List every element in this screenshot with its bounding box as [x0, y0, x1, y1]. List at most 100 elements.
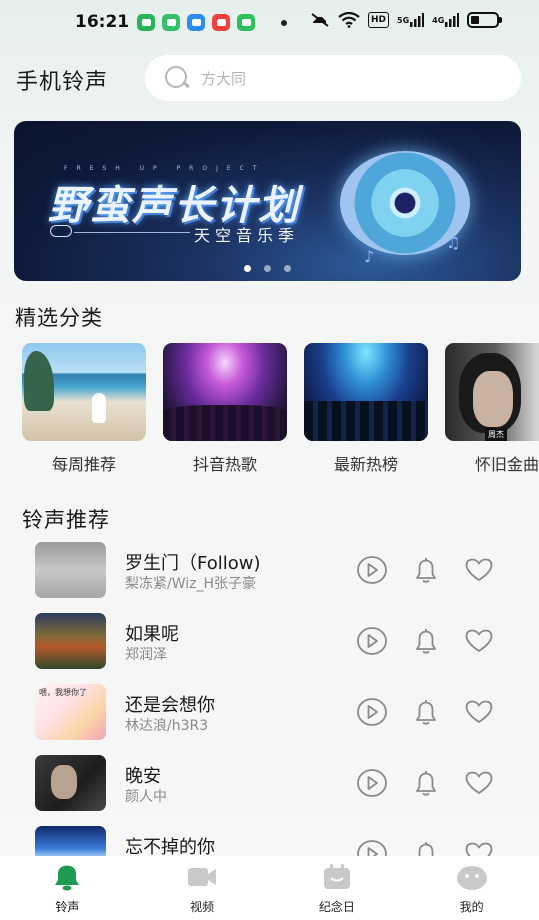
category-latest[interactable]: 最新热榜 — [304, 343, 428, 478]
calendar-icon — [323, 864, 350, 889]
loop-icon — [50, 225, 72, 237]
page-title: 手机铃声 — [16, 70, 109, 95]
signal-4g-icon: 4G — [432, 12, 460, 28]
ringtone-row[interactable]: 喂，我想你了 还是会想你 林达浪/h3R3 — [0, 682, 539, 742]
ringtone-title: 晚安 — [125, 766, 161, 787]
category-douyin[interactable]: 抖音热歌 — [163, 343, 287, 478]
app-notification-icon — [237, 14, 255, 31]
status-bar: 16:21 HD 5G 4G — [0, 0, 539, 46]
play-icon — [357, 769, 387, 797]
heart-icon — [465, 558, 493, 581]
nav-label: 我的 — [459, 900, 484, 914]
ringtone-cover: 喂，我想你了 — [35, 684, 106, 740]
ringtone-artist: 梨冻紧/Wiz_H张子豪 — [125, 576, 257, 592]
search-icon — [163, 64, 191, 92]
ringtone-artist: 林达浪/h3R3 — [125, 718, 209, 734]
status-time: 16:21 — [75, 12, 130, 32]
promo-banner[interactable]: FRESH UP PROJECT 野蛮声长计划 天空音乐季 ♪ ♫ — [14, 121, 521, 281]
heart-icon — [465, 771, 493, 794]
category-label: 怀旧金曲 — [474, 455, 539, 474]
banner-divider — [74, 232, 190, 233]
category-image — [304, 343, 428, 441]
nav-label: 视频 — [190, 900, 215, 914]
category-oldies[interactable]: 周杰 怀旧金曲 — [445, 343, 539, 478]
notification-icons — [137, 14, 255, 31]
music-note-icon: ♪ — [364, 247, 375, 266]
category-image — [163, 343, 287, 441]
play-button[interactable] — [356, 626, 388, 656]
play-icon — [357, 556, 387, 584]
banner-top-caption: FRESH UP PROJECT — [64, 165, 266, 172]
music-note-icon: ♫ — [446, 233, 461, 252]
ringtone-section-title: 铃声推荐 — [22, 508, 110, 532]
app-notification-icon — [187, 14, 205, 31]
category-weekly[interactable]: 每周推荐 — [22, 343, 146, 478]
bell-icon — [416, 629, 436, 654]
app-notification-icon — [137, 14, 155, 31]
search-placeholder: 方大同 — [201, 69, 247, 88]
cover-text: 喂，我想你了 — [39, 688, 87, 697]
ringtone-title: 罗生门（Follow) — [125, 553, 261, 574]
ringtone-cover — [35, 542, 106, 598]
ringtone-title: 还是会想你 — [125, 695, 215, 716]
favorite-button[interactable] — [463, 768, 495, 798]
category-label: 最新热榜 — [333, 455, 398, 474]
nav-tab-profile[interactable]: 我的 — [404, 856, 539, 920]
nav-tab-anniversary[interactable]: 纪念日 — [270, 856, 405, 920]
play-button[interactable] — [356, 697, 388, 727]
favorite-button[interactable] — [463, 555, 495, 585]
nav-tab-ringtones[interactable]: 铃声 — [0, 856, 135, 920]
app-notification-icon — [162, 14, 180, 31]
set-ringtone-button[interactable] — [410, 697, 442, 727]
search-input[interactable]: 方大同 — [145, 55, 521, 101]
play-icon — [357, 627, 387, 655]
set-ringtone-button[interactable] — [410, 768, 442, 798]
mute-icon — [311, 13, 329, 27]
ringtone-title: 如果呢 — [125, 624, 179, 645]
system-status-icons: HD 5G 4G — [310, 12, 503, 28]
ringtone-row[interactable]: 罗生门（Follow) 梨冻紧/Wiz_H张子豪 — [0, 540, 539, 600]
profile-icon — [456, 866, 487, 890]
ringtone-row[interactable]: 如果呢 郑润泽 — [0, 611, 539, 671]
category-label: 每周推荐 — [51, 455, 116, 474]
set-ringtone-button[interactable] — [410, 555, 442, 585]
favorite-button[interactable] — [463, 697, 495, 727]
pagination-dot[interactable] — [284, 265, 291, 272]
banner-subtitle: 天空音乐季 — [194, 226, 300, 245]
video-camera-icon — [188, 868, 217, 886]
banner-pagination — [244, 265, 291, 272]
wifi-icon — [338, 12, 360, 28]
heart-icon — [465, 629, 493, 652]
app-notification-icon — [212, 14, 230, 31]
bell-icon — [416, 771, 436, 796]
pagination-dot[interactable] — [264, 265, 271, 272]
bell-icon — [416, 700, 436, 725]
play-icon — [357, 698, 387, 726]
bell-icon — [55, 865, 80, 891]
nav-label: 纪念日 — [318, 900, 355, 914]
category-label: 抖音热歌 — [192, 455, 257, 474]
ringtone-row[interactable]: 晚安 颜人中 — [0, 753, 539, 813]
signal-5g-icon: 5G — [397, 12, 425, 28]
set-ringtone-button[interactable] — [410, 626, 442, 656]
bell-icon — [416, 558, 436, 583]
hd-badge: HD — [368, 12, 390, 28]
pagination-dot[interactable] — [244, 265, 251, 272]
play-button[interactable] — [356, 768, 388, 798]
nav-tab-video[interactable]: 视频 — [135, 856, 270, 920]
category-image: 周杰 — [445, 343, 539, 441]
ringtone-artist: 颜人中 — [125, 789, 167, 805]
ringtone-cover — [35, 755, 106, 811]
bottom-nav: 铃声 视频 纪念日 我的 — [0, 856, 539, 920]
heart-icon — [465, 700, 493, 723]
category-image — [22, 343, 146, 441]
play-button[interactable] — [356, 555, 388, 585]
ringtone-cover — [35, 613, 106, 669]
image-tag: 周杰 — [485, 428, 507, 441]
battery-icon — [467, 12, 503, 28]
nav-label: 铃声 — [55, 900, 80, 914]
more-notifications-dot-icon — [281, 20, 287, 26]
favorite-button[interactable] — [463, 626, 495, 656]
category-carousel[interactable]: 每周推荐 抖音热歌 最新热榜 周杰 怀旧金曲 — [22, 343, 539, 478]
ringtone-artist: 郑润泽 — [125, 647, 167, 663]
